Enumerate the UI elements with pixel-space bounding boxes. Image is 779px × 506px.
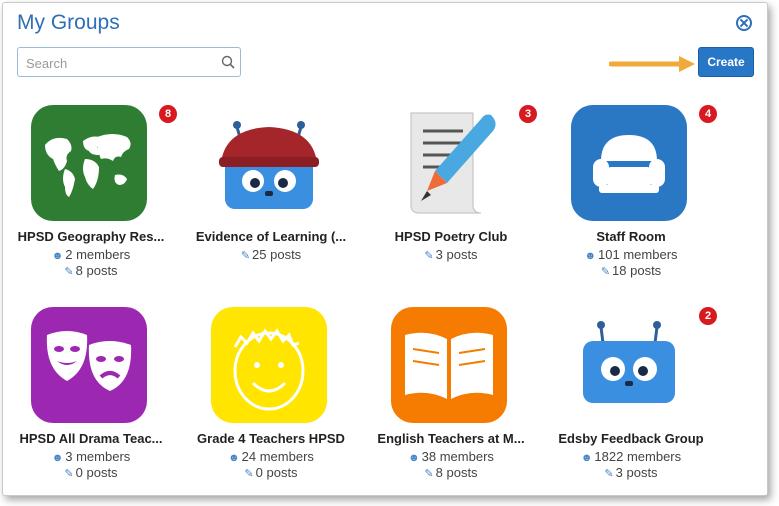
group-name[interactable]: Evidence of Learning (... <box>191 229 351 244</box>
group-name[interactable]: HPSD Poetry Club <box>371 229 531 244</box>
members-count: ☻ 24 members <box>228 449 314 464</box>
unread-badge: 2 <box>699 307 717 325</box>
edit-icon: ✎ <box>244 468 254 480</box>
group-name[interactable]: Grade 4 Teachers HPSD <box>191 431 351 446</box>
edit-icon: ✎ <box>64 266 74 278</box>
edit-icon: ✎ <box>424 250 434 262</box>
group-tile-evidence[interactable]: Evidence of Learning (... ✎ 25 posts <box>191 105 351 285</box>
pointer-arrow-icon <box>609 56 695 72</box>
quill-scroll-icon[interactable] <box>391 105 507 221</box>
person-icon: ☻ <box>228 452 240 464</box>
posts-count: ✎ 18 posts <box>600 263 662 278</box>
members-count: ☻ 2 members <box>51 247 131 262</box>
unread-badge: 8 <box>159 105 177 123</box>
group-name[interactable]: Staff Room <box>551 229 711 244</box>
page-title: My Groups <box>17 11 120 34</box>
posts-count: ✎ 3 posts <box>604 465 658 480</box>
person-icon: ☻ <box>51 452 64 464</box>
posts-count: ✎ 3 posts <box>424 247 478 262</box>
group-tile-geography[interactable]: 8 HPSD Geography Res... ☻ 2 members ✎ 8 po… <box>11 105 177 285</box>
unread-badge: 4 <box>699 105 717 123</box>
members-count: ☻ 101 members <box>584 247 678 262</box>
search-field[interactable] <box>17 47 241 77</box>
group-name[interactable]: English Teachers at M... <box>371 431 531 446</box>
person-icon: ☻ <box>51 250 64 262</box>
group-name[interactable]: Edsby Feedback Group <box>551 431 711 446</box>
create-button[interactable]: Create <box>698 47 754 77</box>
drama-masks-icon[interactable] <box>31 307 147 423</box>
my-groups-panel: My Groups Create 8 HPSD Geography Res...… <box>2 2 768 496</box>
members-count: ☻ 38 members <box>408 449 494 464</box>
posts-count: ✎ 0 posts <box>244 465 298 480</box>
group-tile-poetry[interactable]: 3 HPSD Poetry Club ✎ 3 posts <box>371 105 537 285</box>
close-icon[interactable] <box>736 15 752 31</box>
search-icon[interactable] <box>221 55 235 69</box>
smiley-face-icon[interactable] <box>211 307 327 423</box>
edit-icon: ✎ <box>240 250 251 262</box>
armchair-icon[interactable] <box>571 105 687 221</box>
edit-icon: ✎ <box>424 468 434 480</box>
posts-count: ✎ 8 posts <box>64 263 118 278</box>
members-count: ☻ 3 members <box>51 449 131 464</box>
world-map-icon[interactable] <box>31 105 147 221</box>
person-icon: ☻ <box>584 250 597 262</box>
posts-count: ✎ 8 posts <box>424 465 478 480</box>
posts-count: ✎ 0 posts <box>64 465 118 480</box>
person-icon: ☻ <box>580 452 593 464</box>
group-tile-english[interactable]: English Teachers at M... ☻ 38 members ✎ 8 … <box>371 307 531 487</box>
unread-badge: 3 <box>519 105 537 123</box>
robot-icon[interactable] <box>571 307 687 423</box>
edit-icon: ✎ <box>604 468 614 480</box>
edit-icon: ✎ <box>64 468 74 480</box>
members-count: ☻ 1822 members <box>580 449 682 464</box>
group-tile-feedback[interactable]: 2 Edsby Feedback Group ☻ 1822 members ✎ 3 … <box>551 307 717 487</box>
search-input[interactable] <box>24 54 214 72</box>
robot-toque-icon[interactable] <box>211 105 327 221</box>
posts-count: ✎ 25 posts <box>240 247 302 262</box>
group-tile-staff-room[interactable]: 4 Staff Room ☻ 101 members ✎ 18 posts <box>551 105 717 285</box>
group-name[interactable]: HPSD All Drama Teac... <box>11 431 171 446</box>
edit-icon: ✎ <box>600 266 611 278</box>
group-tile-drama[interactable]: HPSD All Drama Teac... ☻ 3 members ✎ 0 pos… <box>11 307 171 487</box>
open-book-icon[interactable] <box>391 307 507 423</box>
person-icon: ☻ <box>408 452 420 464</box>
group-tile-grade4[interactable]: Grade 4 Teachers HPSD ☻ 24 members ✎ 0 pos… <box>191 307 351 487</box>
group-name[interactable]: HPSD Geography Res... <box>11 229 171 244</box>
